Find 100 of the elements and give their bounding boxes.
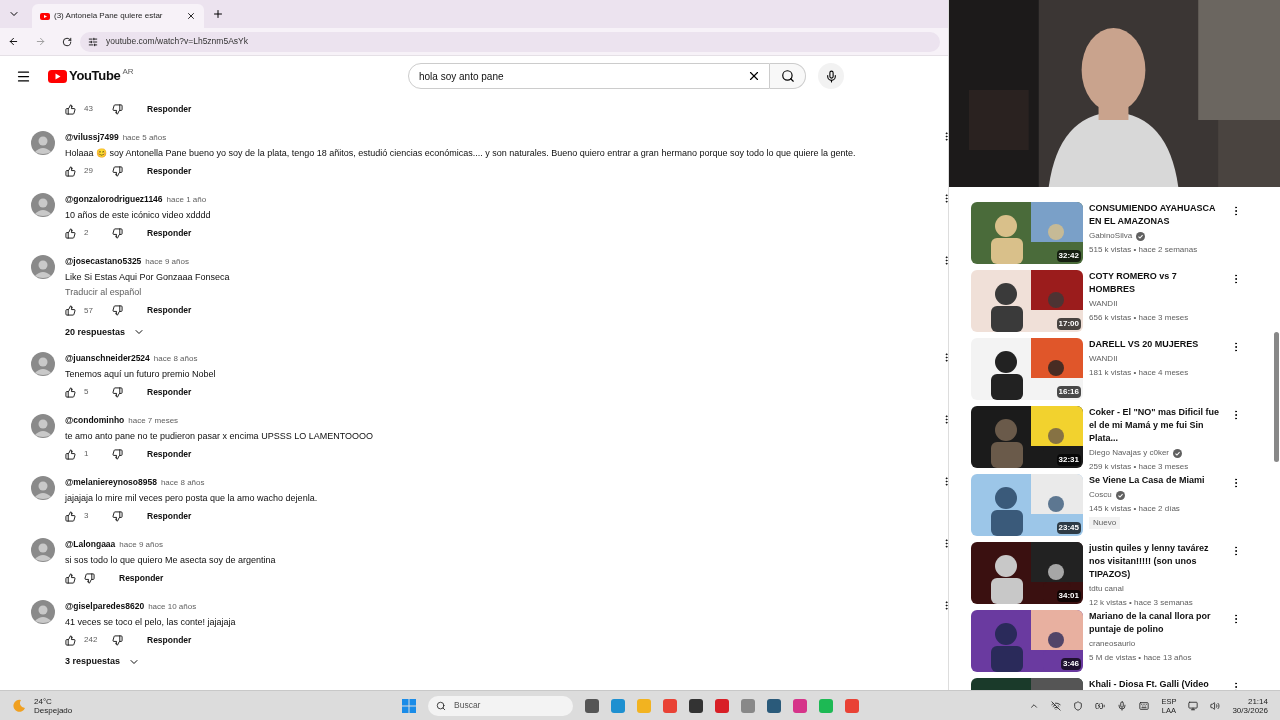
channel-name[interactable]: WANDII (1089, 353, 1118, 365)
comment-time[interactable]: hace 9 años (119, 539, 163, 551)
comment-text: te amo anto pane no te pudieron pasar x encima UPSSS LO LAMENTOOOO (65, 430, 374, 443)
avatar-icon (31, 193, 55, 217)
comment-time[interactable]: hace 7 meses (128, 415, 179, 427)
like-icon[interactable] (65, 103, 76, 115)
comment-author[interactable]: @gonzalorodriguez1146 (65, 193, 163, 206)
comment-time[interactable]: hace 8 años (160, 477, 205, 489)
reply-button[interactable]: Responder (147, 633, 192, 647)
like-icon[interactable] (65, 386, 76, 398)
translate-link[interactable]: Traducir al español (65, 286, 142, 300)
channel-name[interactable]: tdtu canal (1089, 583, 1124, 595)
like-icon[interactable] (65, 634, 76, 646)
reply-button[interactable]: Responder (147, 447, 192, 461)
dislike-icon[interactable] (112, 305, 123, 316)
voice-search-button[interactable] (818, 63, 844, 89)
taskbar-app-icon[interactable] (585, 698, 599, 713)
reply-button[interactable]: Responder (147, 102, 192, 116)
replies-toggle[interactable]: 3 respuestas (65, 655, 141, 669)
video-title[interactable]: justin quiles y lenny tavárez nos visitan!!!!! (son unos TIPAZOS) (1089, 542, 1220, 581)
comment-author[interactable]: @condominho (65, 414, 125, 427)
like-icon[interactable] (65, 305, 76, 316)
channel-name[interactable]: Coscu (1089, 489, 1112, 501)
weather-text[interactable]: Despejado (34, 705, 73, 715)
reply-button[interactable]: Responder (147, 304, 192, 317)
wifi-off-icon[interactable] (1051, 700, 1062, 711)
channel-name[interactable]: GabinoSilva (1089, 230, 1133, 242)
like-count: 57 (84, 304, 94, 317)
channel-name[interactable]: WANDII (1089, 298, 1118, 310)
microphone-icon (824, 69, 838, 83)
search-button[interactable] (770, 63, 806, 89)
video-title[interactable]: Coker - El "NO" mas Dificil fue el de mi Mamá y me fui Sin Plata... (1089, 406, 1220, 445)
comment-author[interactable]: @vilussj7499 (65, 131, 119, 144)
comment-time[interactable]: hace 9 años (145, 256, 189, 268)
video-title[interactable]: COTY ROMERO vs 7 HOMBRES (1089, 270, 1220, 296)
comment-author[interactable]: @juanschneider2524 (65, 352, 150, 365)
channel-name[interactable]: craneosaurio (1089, 638, 1136, 650)
logo-text[interactable]: YouTube (69, 66, 121, 86)
reply-button[interactable]: Responder (147, 509, 192, 523)
comment-author[interactable]: @giselparedes8620 (65, 600, 145, 613)
search-text: hola soy anto pane (419, 69, 505, 84)
video-title[interactable]: Se Viene La Casa de Miami (1089, 474, 1220, 487)
battery-icon[interactable] (1095, 700, 1106, 711)
clear-icon[interactable] (747, 69, 761, 83)
taskbar-search-field[interactable]: Buscar (428, 695, 573, 716)
clock-time[interactable]: 21:14 (1247, 696, 1268, 706)
reload-icon[interactable] (62, 36, 72, 47)
comment-time[interactable]: hace 8 años (153, 353, 198, 365)
dislike-icon[interactable] (84, 572, 95, 584)
reply-button[interactable]: Responder (147, 226, 192, 240)
keyboard-icon[interactable] (1139, 700, 1150, 711)
volume-icon[interactable] (1210, 700, 1221, 711)
video-title[interactable]: CONSUMIENDO AYAHUASCA EN EL AMAZONAS (1089, 202, 1220, 228)
comment-author[interactable]: @josecastano5325 (65, 255, 142, 268)
taskbar-app-icon[interactable] (767, 698, 781, 713)
taskbar-app-icon[interactable] (689, 698, 703, 713)
display-icon[interactable] (1188, 700, 1199, 711)
comment-time[interactable]: hace 10 años (148, 601, 197, 613)
comment-author[interactable]: @Lalongaaa (65, 538, 116, 551)
back-icon[interactable] (8, 36, 19, 47)
dislike-icon[interactable] (112, 165, 123, 177)
reply-button[interactable]: Responder (147, 164, 192, 178)
microphone-icon[interactable] (1117, 700, 1128, 711)
video-title[interactable]: Mariano de la canal llora por puntaje de polino (1089, 610, 1220, 636)
video-title[interactable]: DARELL VS 20 MUJERES (1089, 338, 1220, 351)
reply-button[interactable]: Responder (119, 571, 164, 585)
like-icon[interactable] (65, 165, 76, 177)
dislike-icon[interactable] (112, 634, 123, 646)
shield-icon[interactable] (1073, 700, 1084, 711)
comment-time[interactable]: hace 5 años (122, 132, 167, 144)
dislike-icon[interactable] (112, 103, 123, 115)
comment-time[interactable]: hace 1 año (166, 194, 207, 206)
close-icon[interactable] (186, 11, 196, 21)
dislike-icon[interactable] (112, 448, 123, 460)
dislike-icon[interactable] (112, 386, 123, 398)
logo-icon[interactable] (48, 69, 67, 83)
menu-icon[interactable] (16, 68, 31, 84)
temperature[interactable]: 24°C (34, 696, 73, 706)
dislike-icon[interactable] (112, 510, 123, 522)
like-icon[interactable] (65, 448, 76, 460)
site-info-icon[interactable] (88, 36, 98, 47)
address-bar[interactable]: youtube.com/watch?v=Lh5znm5AsYk (80, 31, 940, 52)
new-tab-icon[interactable] (212, 8, 224, 20)
duration-badge: 16:16 (1056, 386, 1081, 398)
video-title[interactable]: Khali - Diosa Ft. Galli (Video (1089, 678, 1220, 690)
play-logo-icon (40, 12, 50, 20)
start-icon[interactable] (402, 698, 416, 713)
browser-tab[interactable]: (3) Antonela Pane quiere estar (32, 4, 204, 28)
duration-badge: 32:42 (1056, 250, 1081, 262)
dislike-icon[interactable] (112, 227, 123, 239)
like-icon[interactable] (65, 227, 76, 239)
like-icon[interactable] (65, 572, 76, 584)
comment-text: Tenemos aquí un futuro premio Nobel (65, 368, 217, 381)
reply-button[interactable]: Responder (147, 385, 192, 399)
like-icon[interactable] (65, 510, 76, 522)
channel-name[interactable]: Diego Navajas y c0ker (1089, 447, 1170, 459)
replies-toggle[interactable]: 20 respuestas (65, 325, 146, 339)
comment-author[interactable]: @melaniereynoso8958 (65, 476, 157, 489)
clock-date[interactable]: 30/3/2026 (1232, 705, 1268, 715)
scrollbar-thumb[interactable] (1274, 332, 1279, 462)
